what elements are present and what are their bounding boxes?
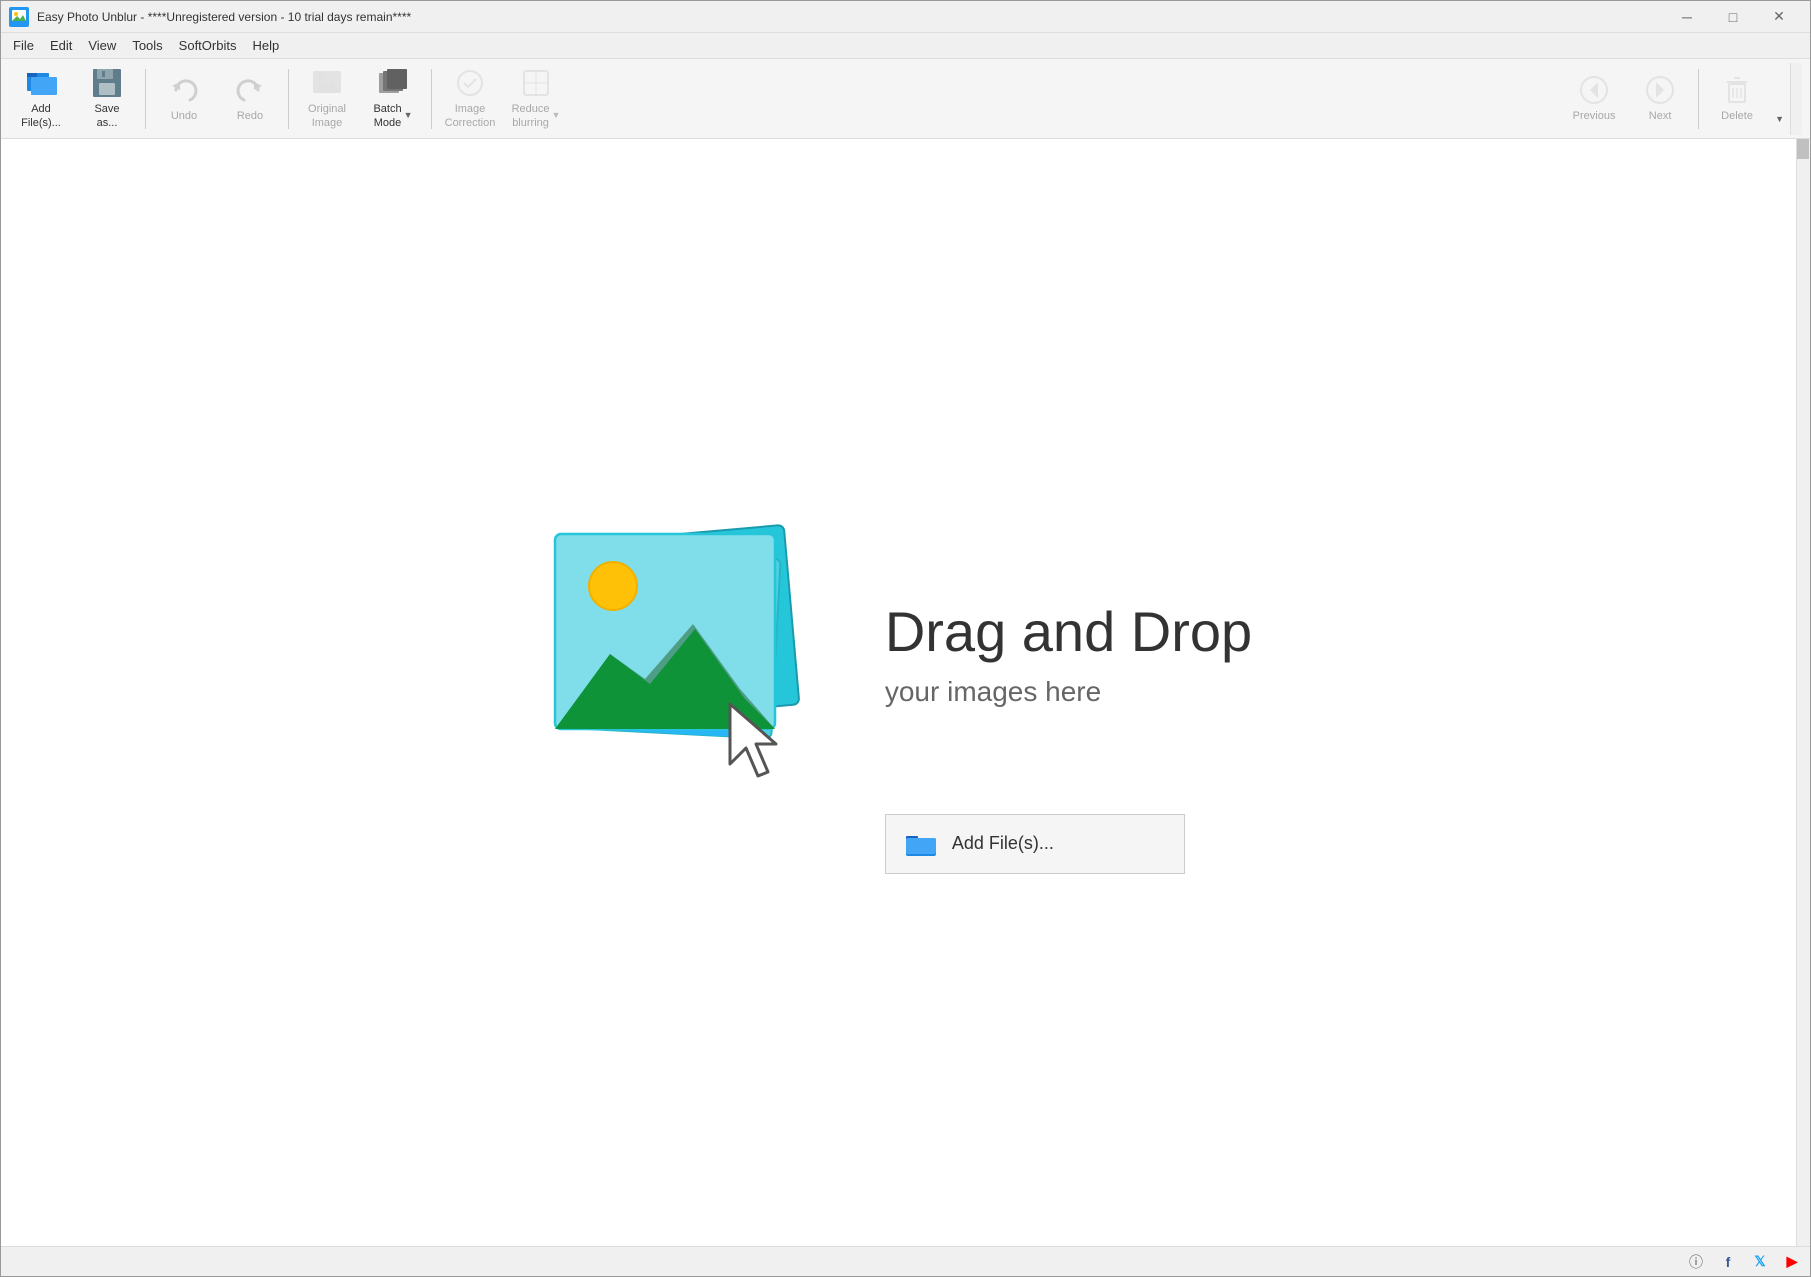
undo-toolbar-label: Undo [171, 110, 197, 123]
drag-text-sub: your images here [885, 676, 1252, 708]
drag-text-main: Drag and Drop [885, 599, 1252, 664]
batch-mode-toolbar-label: BatchMode [373, 103, 401, 129]
redo-toolbar-label: Redo [237, 110, 263, 123]
previous-toolbar-button[interactable]: Previous [1562, 63, 1626, 135]
info-icon[interactable]: ⓘ [1686, 1252, 1706, 1272]
app-icon [9, 7, 29, 27]
minimize-button[interactable]: ─ [1664, 1, 1710, 33]
menu-edit[interactable]: Edit [42, 36, 80, 55]
save-as-toolbar-button[interactable]: Saveas... [75, 63, 139, 135]
toolbar: AddFile(s)... Saveas... [1, 59, 1810, 139]
photo-stack-illustration [545, 514, 825, 794]
image-correction-toolbar-label: ImageCorrection [445, 103, 496, 129]
add-files-icon [25, 67, 57, 99]
twitter-icon[interactable]: 𝕏 [1750, 1252, 1770, 1272]
drop-area-content: Drag and Drop your images here [545, 514, 1252, 794]
delete-icon [1721, 74, 1753, 106]
scrollbar-thumb[interactable] [1797, 139, 1809, 159]
previous-icon [1578, 74, 1610, 106]
toolbar-scrollbar [1790, 63, 1802, 135]
previous-toolbar-label: Previous [1573, 110, 1616, 123]
titlebar: Easy Photo Unblur - ****Unregistered ver… [1, 1, 1810, 33]
folder-icon [906, 832, 936, 856]
batch-mode-dropdown-arrow: ▼ [404, 110, 413, 120]
vertical-scrollbar[interactable] [1796, 139, 1810, 1276]
menu-tools[interactable]: Tools [124, 36, 170, 55]
menu-view[interactable]: View [80, 36, 124, 55]
batch-mode-toolbar-button[interactable]: BatchMode ▼ [361, 63, 425, 135]
toolbar-separator-3 [431, 69, 432, 129]
undo-icon [168, 74, 200, 106]
statusbar: ⓘ f 𝕏 ▶ [1, 1246, 1810, 1276]
drag-drop-text: Drag and Drop your images here [885, 599, 1252, 708]
delete-toolbar-button[interactable]: Delete [1705, 63, 1769, 135]
image-correction-toolbar-button[interactable]: ImageCorrection [438, 63, 502, 135]
toolbar-separator-2 [288, 69, 289, 129]
original-image-toolbar-button[interactable]: OriginalImage [295, 63, 359, 135]
undo-toolbar-button[interactable]: Undo [152, 63, 216, 135]
menubar: File Edit View Tools SoftOrbits Help [1, 33, 1810, 59]
main-drop-area[interactable]: Drag and Drop your images here Add File(… [1, 139, 1796, 1248]
add-files-main-label: Add File(s)... [952, 833, 1054, 854]
titlebar-title: Easy Photo Unblur - ****Unregistered ver… [37, 10, 411, 24]
toolbar-overflow-arrow[interactable]: ▼ [1775, 114, 1784, 124]
close-button[interactable]: ✕ [1756, 1, 1802, 33]
redo-toolbar-button[interactable]: Redo [218, 63, 282, 135]
original-image-icon [311, 67, 343, 99]
next-icon [1644, 74, 1676, 106]
main-window: Easy Photo Unblur - ****Unregistered ver… [0, 0, 1811, 1277]
reduce-blurring-toolbar-button[interactable]: Reduceblurring ▼ [504, 63, 568, 135]
next-toolbar-label: Next [1649, 110, 1672, 123]
titlebar-controls: ─ □ ✕ [1664, 1, 1802, 33]
next-toolbar-button[interactable]: Next [1628, 63, 1692, 135]
statusbar-right: ⓘ f 𝕏 ▶ [1686, 1252, 1802, 1272]
reduce-blurring-toolbar-label: Reduceblurring [512, 103, 550, 129]
add-files-main-button[interactable]: Add File(s)... [885, 814, 1185, 874]
reduce-blurring-icon [520, 67, 552, 99]
add-files-toolbar-button[interactable]: AddFile(s)... [9, 63, 73, 135]
reduce-blurring-dropdown-arrow: ▼ [552, 110, 561, 120]
titlebar-left: Easy Photo Unblur - ****Unregistered ver… [9, 7, 411, 27]
drop-area-container: Drag and Drop your images here Add File(… [545, 514, 1252, 874]
menu-softorbits[interactable]: SoftOrbits [171, 36, 245, 55]
toolbar-separator-1 [145, 69, 146, 129]
menu-help[interactable]: Help [244, 36, 287, 55]
facebook-icon[interactable]: f [1718, 1252, 1738, 1272]
save-as-toolbar-label: Saveas... [94, 103, 119, 129]
delete-toolbar-label: Delete [1721, 110, 1753, 123]
batch-mode-icon [377, 67, 409, 99]
add-files-toolbar-label: AddFile(s)... [21, 103, 61, 129]
content-area: Drag and Drop your images here Add File(… [1, 139, 1810, 1276]
redo-icon [234, 74, 266, 106]
menu-file[interactable]: File [5, 36, 42, 55]
toolbar-separator-4 [1698, 69, 1699, 129]
youtube-icon[interactable]: ▶ [1782, 1252, 1802, 1272]
maximize-button[interactable]: □ [1710, 1, 1756, 33]
original-image-toolbar-label: OriginalImage [308, 103, 346, 129]
image-correction-icon [454, 67, 486, 99]
save-as-icon [91, 67, 123, 99]
